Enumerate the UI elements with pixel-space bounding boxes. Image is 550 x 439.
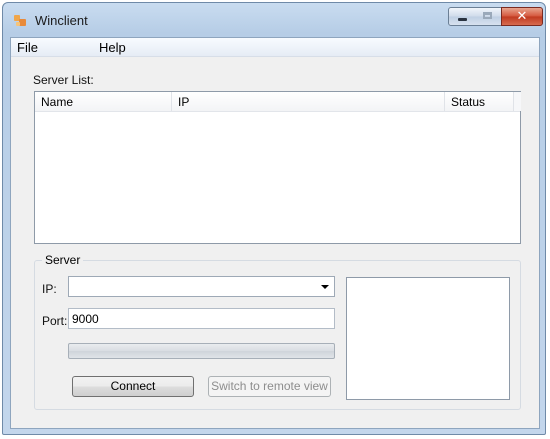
client-area: File Help Server List: Name IP Status Se… <box>10 37 540 429</box>
column-header-name[interactable]: Name <box>41 95 73 109</box>
maximize-icon <box>483 12 492 19</box>
close-icon: ✕ <box>516 9 528 24</box>
server-list-header: Name IP Status <box>35 92 521 112</box>
connection-progress-bar <box>68 343 335 359</box>
menu-bar: File Help <box>11 38 539 57</box>
close-button[interactable]: ✕ <box>501 7 543 26</box>
maximize-button[interactable] <box>475 7 502 26</box>
server-list[interactable]: Name IP Status <box>34 91 521 244</box>
dropdown-arrow-icon[interactable] <box>321 285 329 289</box>
port-input[interactable] <box>68 308 335 329</box>
switch-to-remote-view-button[interactable]: Switch to remote view <box>208 376 331 397</box>
minimize-button[interactable] <box>448 7 476 26</box>
title-bar[interactable]: Winclient ✕ <box>3 3 545 35</box>
column-divider[interactable] <box>171 92 172 111</box>
app-window: Winclient ✕ File Help Server List: Name … <box>2 2 546 435</box>
server-list-label: Server List: <box>33 73 94 87</box>
connect-button[interactable]: Connect <box>72 376 194 397</box>
server-group-label: Server <box>42 253 84 267</box>
window-title: Winclient <box>35 13 88 28</box>
port-label: Port: <box>42 314 68 328</box>
column-divider[interactable] <box>444 92 445 111</box>
column-header-ip[interactable]: IP <box>178 95 189 109</box>
remote-view-preview <box>346 277 510 400</box>
minimize-icon <box>458 18 467 21</box>
app-icon <box>13 13 29 29</box>
menu-help[interactable]: Help <box>99 40 126 55</box>
column-header-filler <box>513 92 521 111</box>
ip-combobox[interactable] <box>68 276 335 297</box>
ip-label: IP: <box>42 282 57 296</box>
column-header-status[interactable]: Status <box>451 95 485 109</box>
menu-file[interactable]: File <box>17 40 38 55</box>
